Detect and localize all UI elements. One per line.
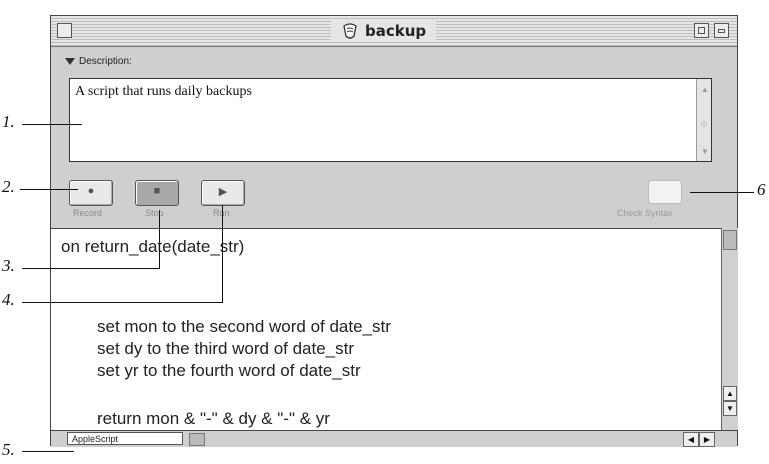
window-title: backup	[331, 20, 437, 42]
record-icon: ●	[87, 185, 95, 197]
scroll-up-arrow-icon[interactable]: ▲	[701, 85, 709, 94]
check-syntax-button[interactable]	[648, 180, 682, 204]
bottom-bar: AppleScript ◀ ▶	[51, 430, 737, 447]
callout-2-line	[20, 189, 78, 190]
record-label: Record	[73, 208, 103, 218]
stop-label: Stop	[145, 208, 164, 218]
callout-3-line-h	[22, 268, 160, 269]
code-line[interactable]: return mon & "-" & dy & "-" & yr	[97, 409, 330, 429]
script-icon	[343, 23, 357, 39]
callout-2: 2.	[2, 177, 15, 196]
description-text[interactable]: A script that runs daily backups	[75, 84, 252, 100]
callout-4-line-h	[22, 302, 222, 303]
description-scrollbar[interactable]: ▲ ◇ ▼	[696, 79, 711, 161]
description-header-label: Description:	[79, 56, 132, 67]
callout-3: 3.	[2, 256, 15, 275]
callout-3-line-v	[159, 210, 160, 269]
run-button[interactable]: ▶	[201, 180, 245, 206]
window-title-text: backup	[365, 22, 427, 40]
scroll-down-arrow-icon[interactable]: ▼	[723, 401, 737, 416]
scroll-thumb-icon[interactable]: ◇	[701, 119, 707, 128]
language-popup[interactable]: AppleScript	[67, 432, 183, 445]
editor-vertical-scrollbar[interactable]: ▲ ▼	[721, 228, 738, 430]
code-line[interactable]: set yr to the fourth word of date_str	[97, 361, 361, 381]
code-line[interactable]: set dy to the third word of date_str	[97, 339, 354, 359]
callout-1-line	[22, 124, 82, 125]
disclosure-triangle-icon[interactable]	[65, 58, 75, 65]
callout-6-line	[690, 192, 754, 193]
description-disclosure[interactable]: Description:	[65, 56, 132, 67]
callout-5: 5.	[2, 440, 15, 459]
scroll-thumb[interactable]	[723, 230, 737, 250]
scroll-left-arrow-icon[interactable]: ◀	[683, 432, 699, 447]
callout-1: 1.	[2, 112, 15, 131]
description-field[interactable]: A script that runs daily backups ▲ ◇ ▼	[69, 78, 712, 162]
title-bar[interactable]: backup	[51, 16, 737, 47]
scroll-right-arrow-icon[interactable]: ▶	[699, 432, 715, 447]
scroll-down-arrow-icon[interactable]: ▼	[701, 147, 709, 156]
script-editor[interactable]: on return_date(date_str) set mon to the …	[51, 228, 721, 431]
code-line[interactable]: on return_date(date_str)	[61, 237, 244, 257]
horizontal-scroll-thumb[interactable]	[189, 433, 205, 446]
callout-5-line	[22, 451, 74, 452]
record-button[interactable]: ●	[69, 180, 113, 206]
callout-4: 4.	[2, 290, 15, 309]
check-syntax-label: Check Syntax	[617, 208, 673, 218]
scroll-up-arrow-icon[interactable]: ▲	[723, 386, 737, 401]
callout-6: 6	[757, 180, 766, 199]
stop-button[interactable]: ■	[135, 180, 179, 206]
run-icon: ▶	[218, 186, 228, 198]
callout-4-line-v	[222, 205, 223, 303]
close-box-icon[interactable]	[57, 23, 72, 38]
collapse-box-icon[interactable]	[714, 23, 729, 38]
script-editor-window: backup Description: A script that runs d…	[50, 15, 738, 447]
stop-icon: ■	[153, 185, 161, 197]
code-line[interactable]: set mon to the second word of date_str	[97, 317, 391, 337]
zoom-box-icon[interactable]	[694, 23, 709, 38]
